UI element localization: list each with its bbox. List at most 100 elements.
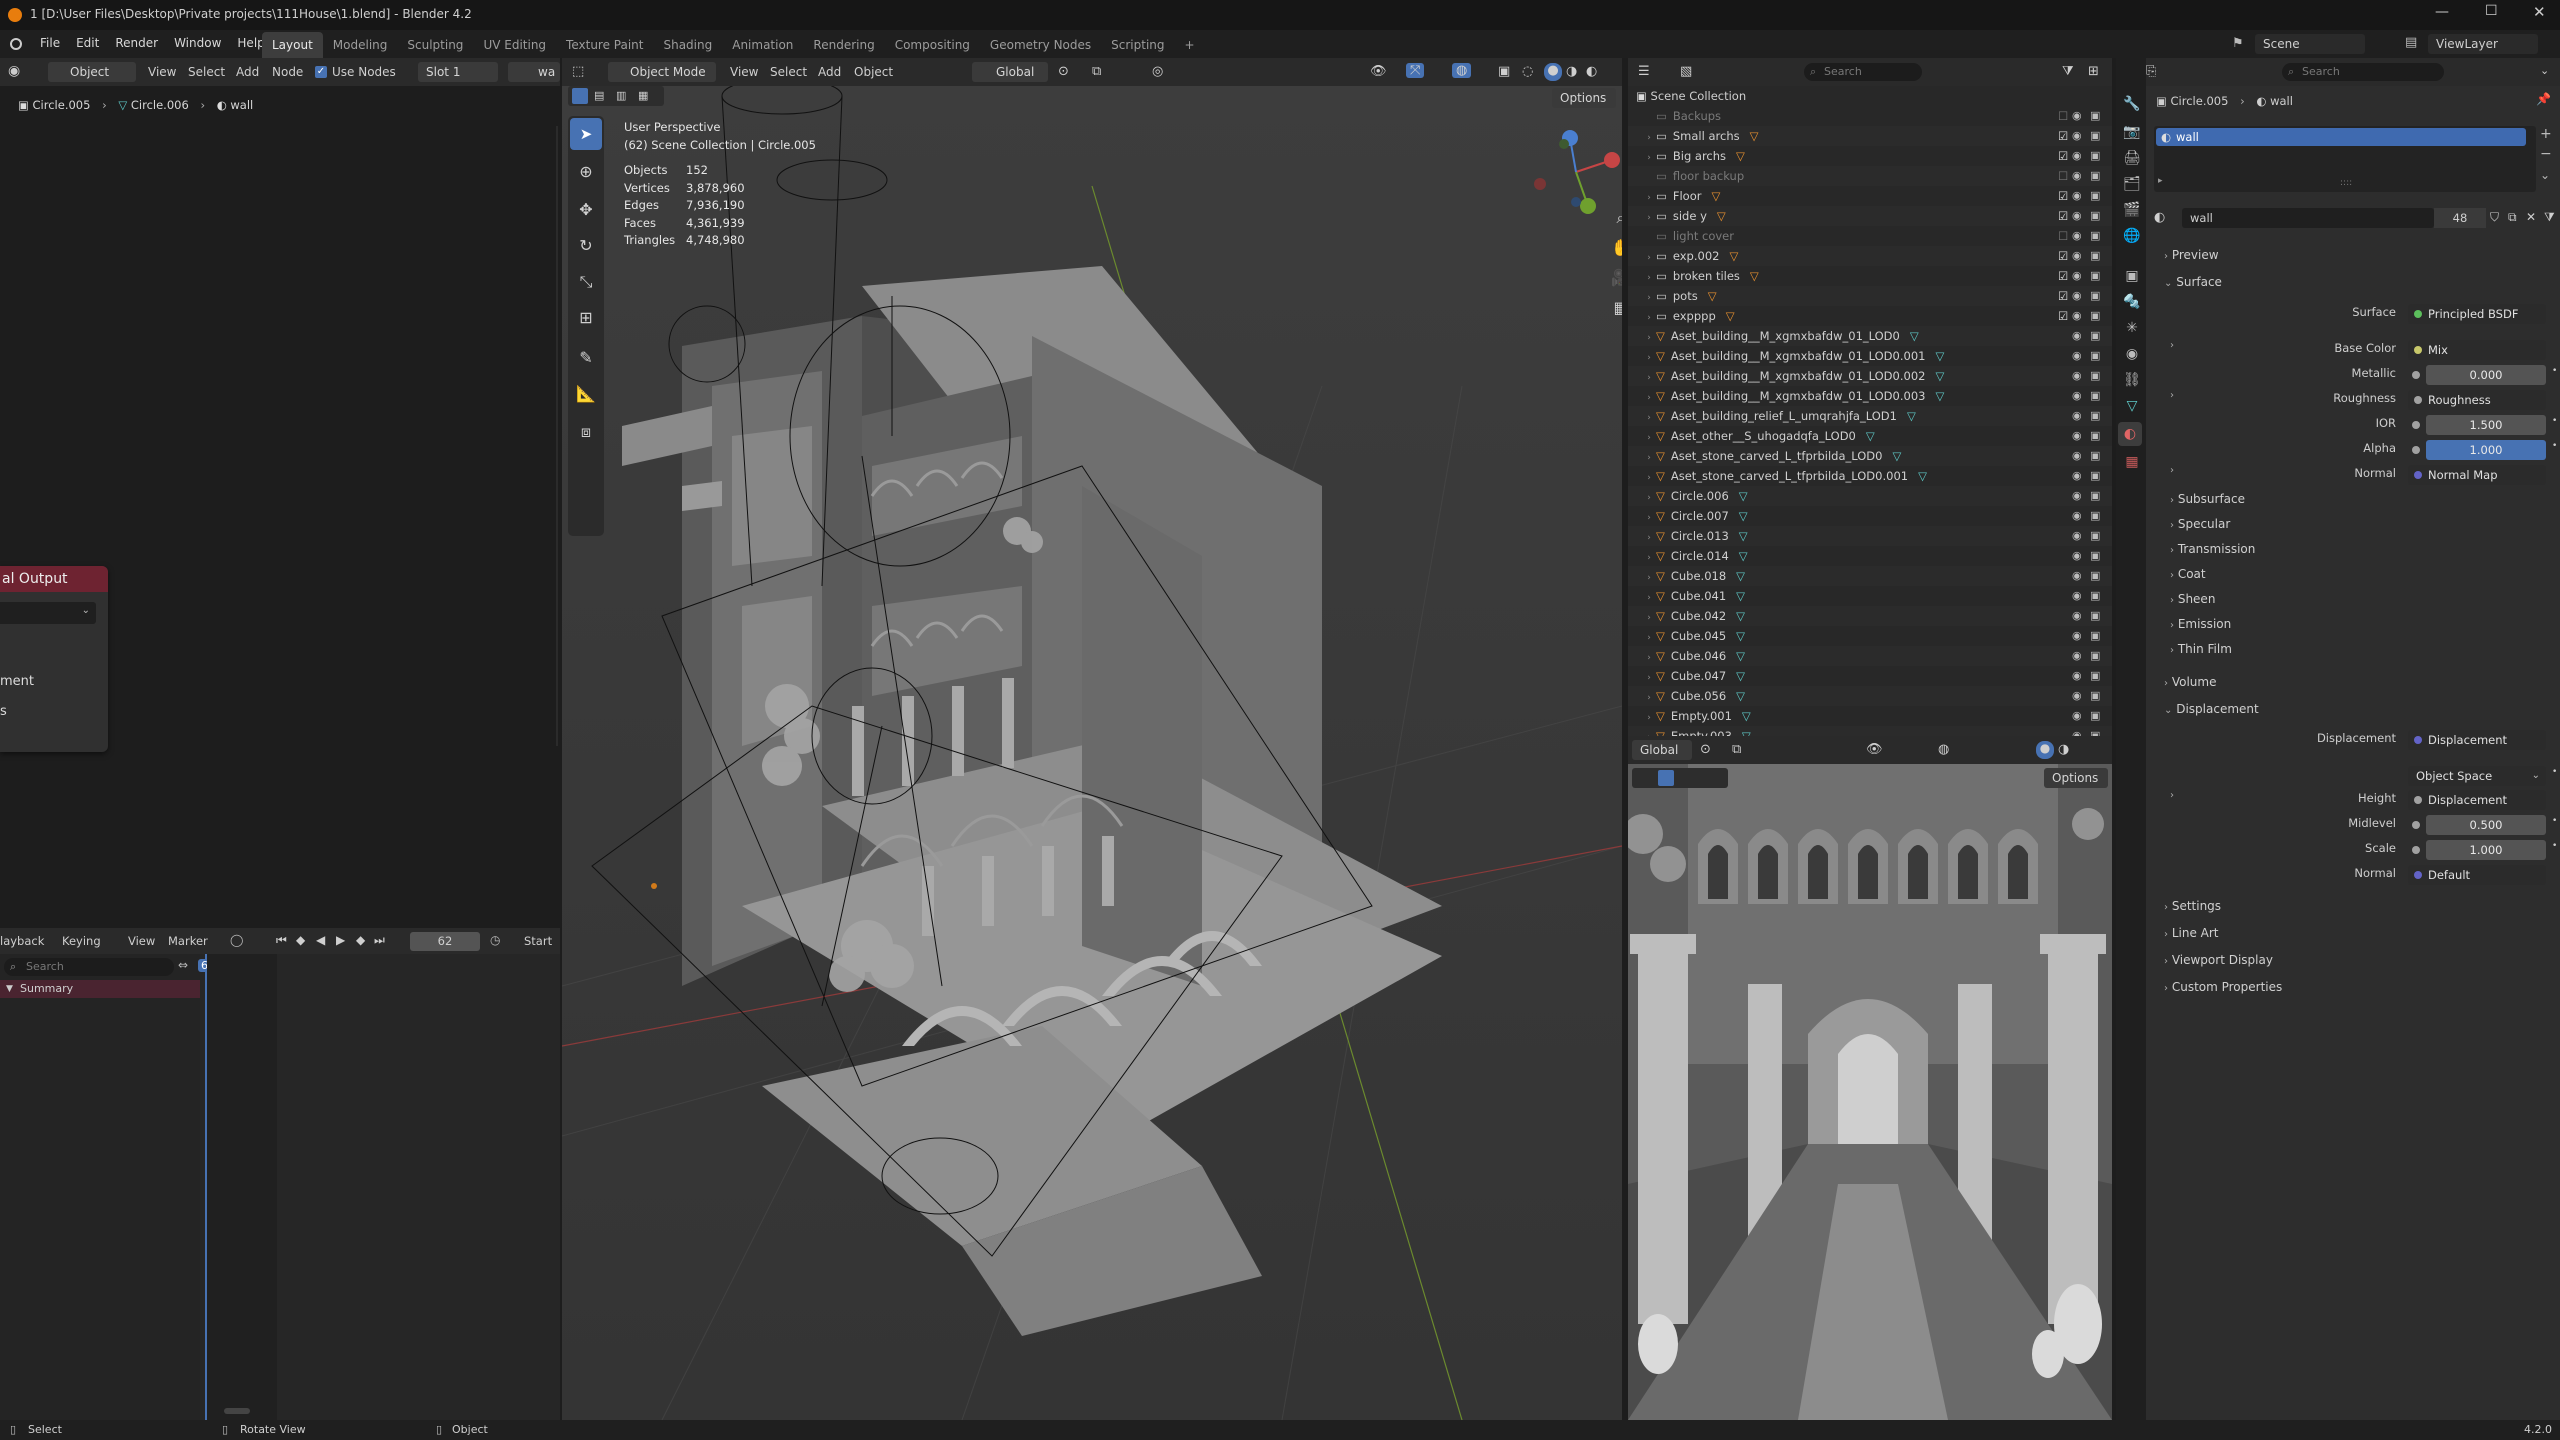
render-camera-icon[interactable]: ▣: [2090, 246, 2100, 266]
outliner-item[interactable]: › ▽ Empty.001 ▽ ◉ ▣: [1628, 706, 2112, 726]
visibility-eye-icon[interactable]: ◉: [2072, 706, 2082, 726]
constraints-tab-icon[interactable]: ⛓: [2120, 368, 2144, 392]
expand-arrow-icon[interactable]: ›: [1642, 628, 1656, 648]
next-key-icon[interactable]: ◆: [356, 933, 365, 947]
blender-menu-icon[interactable]: [10, 38, 22, 50]
include-checkbox-icon[interactable]: ☑: [2058, 306, 2068, 326]
add-workspace-icon[interactable]: +: [1175, 32, 1205, 58]
transform-tool-icon[interactable]: ⊞: [570, 302, 602, 334]
select-mode-buttons[interactable]: ▤ ▥ ▦: [568, 86, 664, 106]
tab-sculpting[interactable]: Sculpting: [397, 32, 473, 58]
view-layer-selector[interactable]: ViewLayer: [2428, 34, 2538, 54]
render-camera-icon[interactable]: ▣: [2090, 306, 2100, 326]
tab-uv-editing[interactable]: UV Editing: [473, 32, 556, 58]
preview-viewport[interactable]: Options: [1628, 764, 2112, 1420]
alpha-field[interactable]: 1.000: [2426, 440, 2546, 460]
move-tool-icon[interactable]: ✥: [570, 194, 602, 226]
render-camera-icon[interactable]: ▣: [2090, 686, 2100, 706]
outliner-item[interactable]: › ▭ exp.002 ▽ ☑ ◉ ▣: [1628, 246, 2112, 266]
visibility-eye-icon[interactable]: ◉: [2072, 286, 2082, 306]
chevron-right-icon[interactable]: ›: [2170, 340, 2174, 351]
3d-viewport[interactable]: User Perspective (62) Scene Collection |…: [562, 86, 1622, 1420]
current-frame-field[interactable]: 62: [410, 932, 480, 951]
material-slot-list[interactable]: ◐ wall :::: ▸: [2154, 126, 2536, 192]
include-checkbox-icon[interactable]: ☑: [2058, 186, 2068, 206]
physics-tab-icon[interactable]: ◉: [2120, 342, 2144, 366]
material-users-count[interactable]: 48: [2434, 208, 2486, 228]
visibility-eye-icon[interactable]: ◉: [2072, 686, 2082, 706]
scale-tool-icon[interactable]: ⤡: [570, 266, 602, 298]
slot-menu-icon[interactable]: ⌄: [2540, 168, 2550, 182]
preview-select-mode[interactable]: [1632, 768, 1728, 788]
tab-scripting[interactable]: Scripting: [1101, 32, 1174, 58]
section-emission[interactable]: › Emission: [2154, 613, 2552, 635]
render-camera-icon[interactable]: ▣: [2090, 146, 2100, 166]
expand-arrow-icon[interactable]: ›: [1642, 388, 1656, 408]
select-tool-icon[interactable]: ➤: [570, 118, 602, 150]
render-camera-icon[interactable]: ▣: [2090, 726, 2100, 736]
rotate-tool-icon[interactable]: ↻: [570, 230, 602, 262]
measure-tool-icon[interactable]: 📐: [570, 378, 602, 410]
duplicate-icon[interactable]: ⧉: [2508, 210, 2517, 225]
render-camera-icon[interactable]: ▣: [2090, 346, 2100, 366]
keyframe-dot-icon[interactable]: •: [2552, 366, 2557, 376]
texture-tab-icon[interactable]: ▦: [2120, 450, 2144, 474]
outliner-item[interactable]: › ▭ pots ▽ ☑ ◉ ▣: [1628, 286, 2112, 306]
prev-key-icon[interactable]: ◆: [296, 933, 305, 947]
section-displacement[interactable]: ⌄ Displacement: [2154, 698, 2552, 720]
section-settings[interactable]: › Settings: [2154, 895, 2552, 917]
swap-icon[interactable]: ⇔: [178, 958, 188, 972]
particles-tab-icon[interactable]: ✳: [2120, 316, 2144, 340]
jump-end-icon[interactable]: ⏭: [374, 933, 385, 948]
timeline-search[interactable]: ⌕ Search: [4, 958, 174, 976]
outliner-item[interactable]: › ▽ Aset_stone_carved_L_tfprbilda_LOD0 ▽ ◉ ▣: [1628, 446, 2112, 466]
outliner-item[interactable]: › ▽ Circle.013 ▽ ◉ ▣: [1628, 526, 2112, 546]
expand-arrow-icon[interactable]: ›: [1642, 608, 1656, 628]
visibility-eye-icon[interactable]: ◉: [2072, 606, 2082, 626]
navigation-gizmo[interactable]: [1528, 124, 1622, 220]
include-checkbox-icon[interactable]: ☑: [2058, 126, 2068, 146]
timeline-view-menu[interactable]: View: [128, 934, 155, 948]
outliner-item[interactable]: › ▽ Circle.006 ▽ ◉ ▣: [1628, 486, 2112, 506]
render-tab-icon[interactable]: 📷: [2120, 120, 2144, 144]
outliner[interactable]: ▣ Scene Collection ▭ Backups ☐ ◉ ▣ › ▭ Small ar…: [1628, 86, 2112, 736]
render-camera-icon[interactable]: ▣: [2090, 506, 2100, 526]
expand-arrow-icon[interactable]: ›: [1642, 548, 1656, 568]
render-camera-icon[interactable]: ▣: [2090, 366, 2100, 386]
expand-arrow-icon[interactable]: ›: [1642, 308, 1656, 328]
visibility-eye-icon[interactable]: ◉: [2072, 486, 2082, 506]
solid-shading-icon[interactable]: ●: [2036, 741, 2054, 759]
section-viewport-display[interactable]: › Viewport Display: [2154, 949, 2552, 971]
visibility-eye-icon[interactable]: ◉: [2072, 166, 2082, 186]
select-box-icon[interactable]: [572, 88, 588, 104]
outliner-item[interactable]: ›▽Empty.003▽◉▣: [1628, 726, 2112, 736]
properties-search[interactable]: ⌕ Search: [2282, 63, 2444, 81]
visibility-eye-icon[interactable]: ◉: [2072, 646, 2082, 666]
new-collection-icon[interactable]: ⊞: [2088, 64, 2099, 79]
scene-tab-icon[interactable]: 🎬: [2120, 198, 2144, 222]
playback-menu[interactable]: layback: [0, 934, 44, 948]
expand-arrow-icon[interactable]: ›: [1642, 208, 1656, 228]
render-shading-icon[interactable]: ◐: [1586, 64, 1597, 79]
tab-rendering[interactable]: Rendering: [803, 32, 884, 58]
outliner-item[interactable]: › ▽ Circle.007 ▽ ◉ ▣: [1628, 506, 2112, 526]
section-sheen[interactable]: › Sheen: [2154, 588, 2552, 610]
editor-type-icon[interactable]: ◉: [8, 63, 20, 79]
material-shading-icon[interactable]: ◑: [2058, 742, 2069, 757]
menu-add[interactable]: Add: [236, 65, 259, 79]
properties-type-icon[interactable]: ⎘: [2146, 64, 2156, 79]
expand-arrow-icon[interactable]: ›: [1642, 468, 1656, 488]
overlay-icon[interactable]: ◍: [1452, 63, 1472, 78]
expand-arrow-icon[interactable]: ›: [1642, 568, 1656, 588]
solid-shading-icon[interactable]: ●: [1544, 63, 1562, 81]
visibility-eye-icon[interactable]: ◉: [2072, 526, 2082, 546]
expand-arrow-icon[interactable]: ›: [1642, 368, 1656, 388]
material-tab-icon[interactable]: ◐: [2118, 422, 2142, 446]
visibility-eye-icon[interactable]: ◉: [2072, 386, 2082, 406]
outliner-item[interactable]: › ▽ Aset_building_relief_L_umqrahjfa_LOD1 ▽…: [1628, 406, 2112, 426]
render-camera-icon[interactable]: ▣: [2090, 666, 2100, 686]
outliner-item[interactable]: › ▽ Cube.056 ▽ ◉ ▣: [1628, 686, 2112, 706]
summary-row[interactable]: ▼ Summary: [0, 980, 200, 998]
outliner-search[interactable]: ⌕ Search: [1804, 63, 1922, 81]
visibility-eye-icon[interactable]: ◉: [2072, 246, 2082, 266]
